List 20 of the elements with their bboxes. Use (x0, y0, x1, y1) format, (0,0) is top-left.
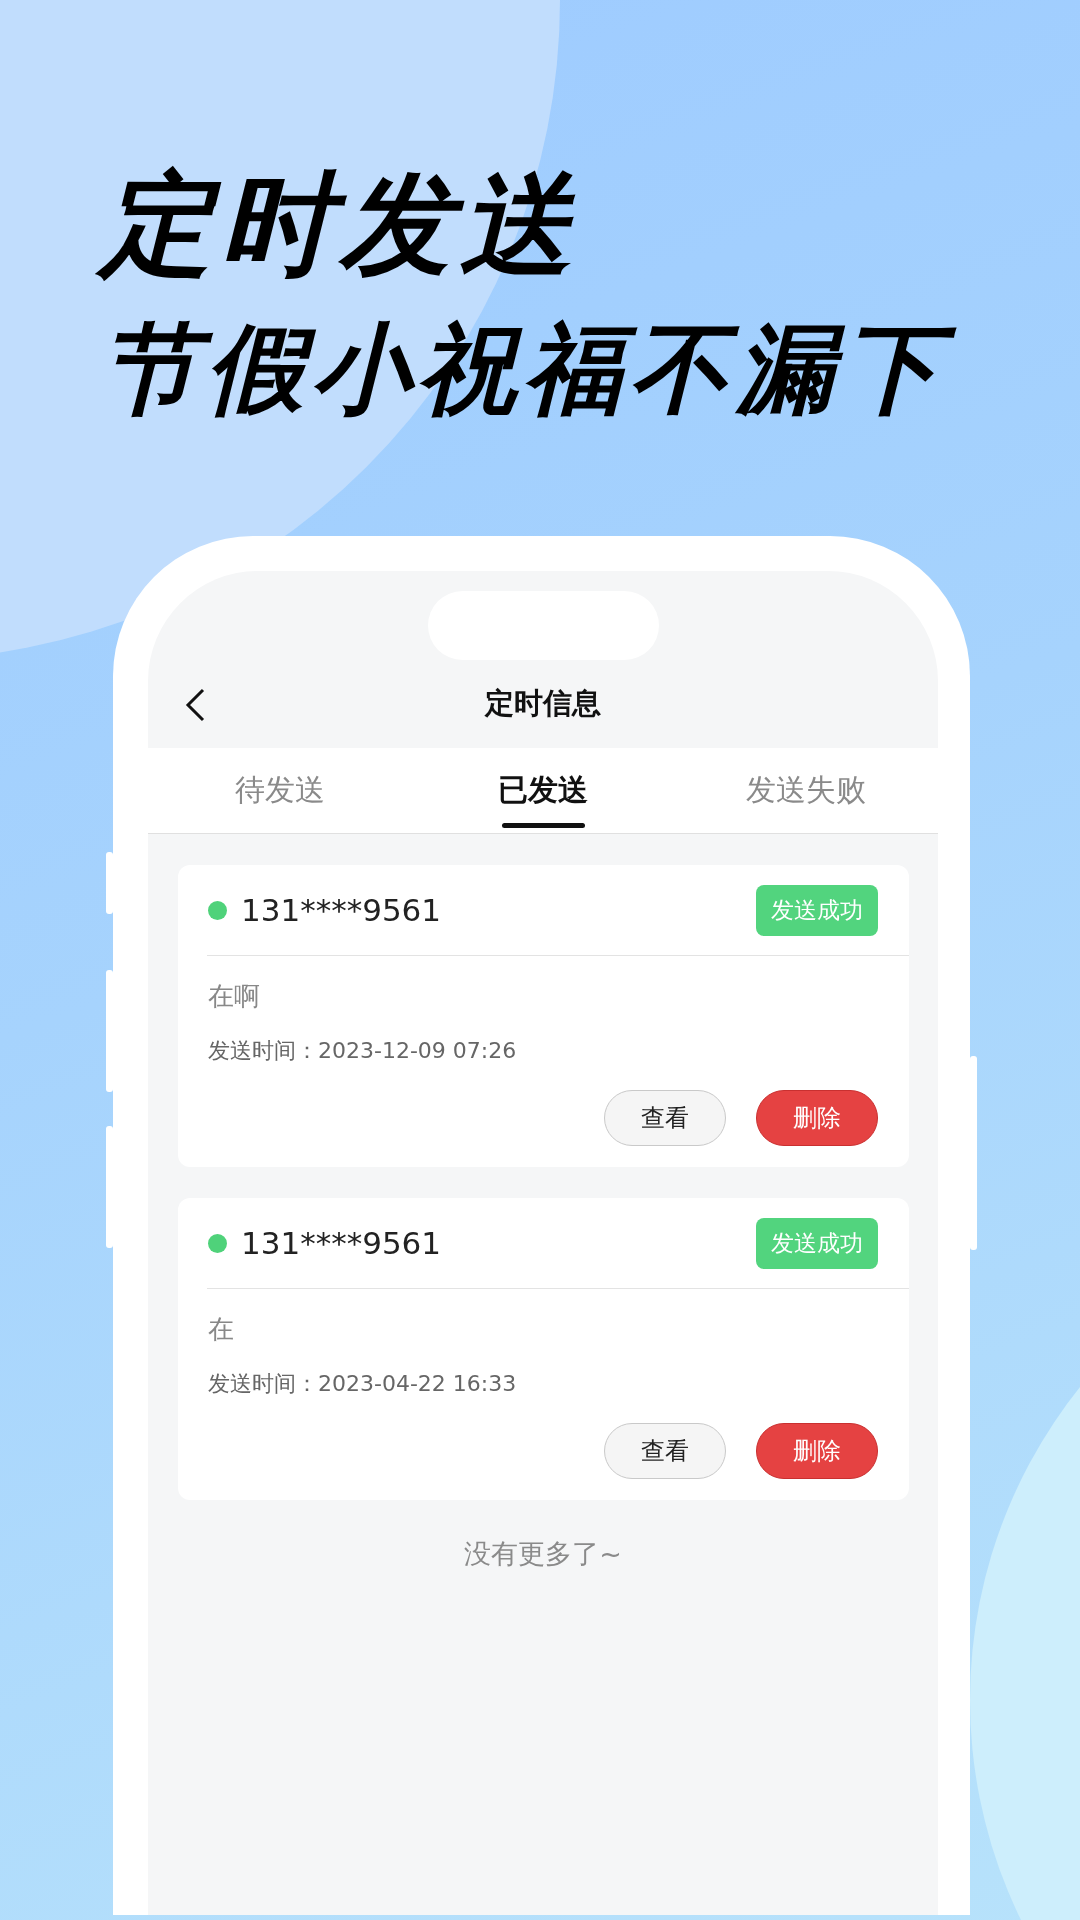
send-time: 发送时间：2023-04-22 16:33 (208, 1370, 518, 1398)
message-text: 在啊 (208, 980, 261, 1012)
message-text: 在 (208, 1313, 235, 1345)
end-of-list-text: 没有更多了~ (463, 1537, 623, 1571)
headline: 节假小祝福不漏下 (84, 302, 978, 436)
view-button[interactable]: 查看 (604, 1423, 726, 1479)
view-button[interactable]: 查看 (604, 1090, 726, 1146)
back-icon[interactable] (184, 688, 206, 722)
phone-number: 131****9561 (241, 1225, 443, 1261)
status-badge: 发送成功 (756, 1217, 878, 1269)
headline: 定时发送 (84, 146, 610, 302)
delete-button[interactable]: 删除 (756, 1423, 878, 1479)
tab[interactable]: 待发送 (148, 748, 412, 833)
delete-button[interactable]: 删除 (756, 1090, 878, 1146)
screen-title: 定时信息 (485, 685, 601, 722)
status-badge: 发送成功 (756, 884, 878, 936)
tab[interactable]: 发送失败 (674, 748, 938, 833)
tab[interactable]: 已发送 (411, 748, 675, 833)
send-time: 发送时间：2023-12-09 07:26 (208, 1037, 518, 1065)
phone-number: 131****9561 (241, 892, 443, 928)
